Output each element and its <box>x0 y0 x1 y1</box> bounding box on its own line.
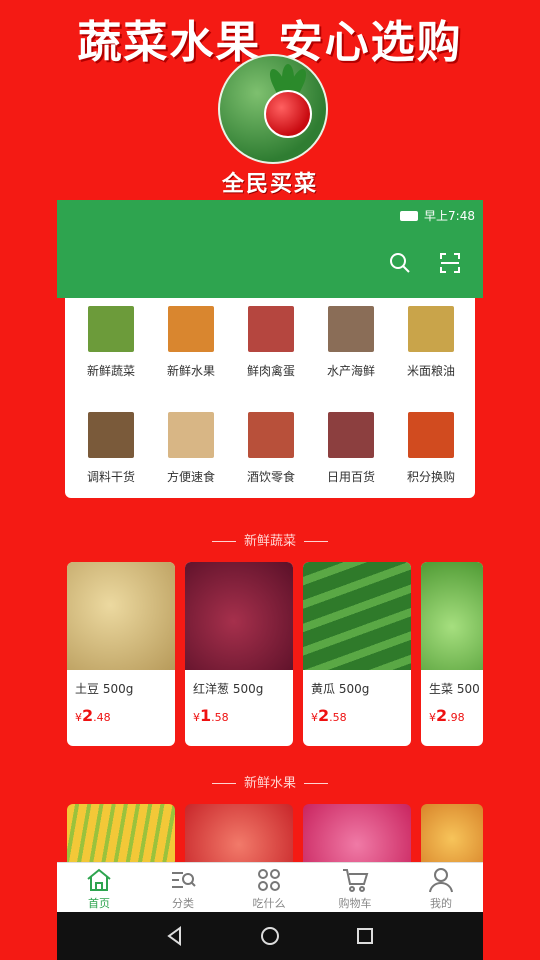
category-thumbnail <box>168 306 214 352</box>
status-time: 早上7:48 <box>424 209 475 223</box>
category-icon <box>169 867 197 893</box>
tab-home[interactable]: 首页 <box>69 867 129 911</box>
recents-icon[interactable] <box>353 924 377 948</box>
category-item[interactable]: 水产海鲜 <box>315 300 387 379</box>
tab-cart[interactable]: 购物车 <box>325 867 385 911</box>
category-item[interactable]: 酒饮零食 <box>235 406 307 485</box>
scan-icon[interactable] <box>435 248 465 278</box>
search-icon[interactable] <box>385 248 415 278</box>
category-thumbnail <box>248 306 294 352</box>
category-item[interactable]: 方便速食 <box>155 406 227 485</box>
product-image <box>185 804 293 862</box>
product-image <box>67 562 175 670</box>
tab-label: 购物车 <box>338 897 372 910</box>
category-item[interactable]: 新鲜蔬菜 <box>75 300 147 379</box>
category-label: 日用百货 <box>326 470 375 484</box>
product-image <box>421 804 483 862</box>
tab-what-to-eat[interactable]: 吃什么 <box>239 867 299 911</box>
category-label: 调料干货 <box>86 470 135 484</box>
product-image <box>421 562 483 670</box>
section-title-vegetables: 新鲜蔬菜 <box>57 530 483 549</box>
section-title-fruits: 新鲜水果 <box>57 772 483 791</box>
product-name: 黄瓜 500g <box>311 682 370 696</box>
category-thumbnail <box>88 306 134 352</box>
tab-label: 吃什么 <box>252 897 286 910</box>
category-thumbnail <box>328 412 374 458</box>
app-name: 全民买菜 <box>221 172 318 197</box>
product-card[interactable]: 红洋葱 500g ¥1.58 <box>185 562 293 746</box>
category-item[interactable]: 米面粮油 <box>395 300 467 379</box>
category-thumbnail <box>168 412 214 458</box>
category-label: 米面粮油 <box>406 364 455 378</box>
product-price: ¥2.58 <box>311 706 347 725</box>
category-item[interactable]: 积分换购 <box>395 406 467 485</box>
category-label: 积分换购 <box>406 470 455 484</box>
app-header <box>57 230 483 298</box>
tab-label: 我的 <box>430 897 452 910</box>
home-icon <box>85 867 113 893</box>
category-item[interactable]: 新鲜水果 <box>155 300 227 379</box>
category-thumbnail <box>88 412 134 458</box>
category-grid: 新鲜蔬菜 新鲜水果 鲜肉禽蛋 水产海鲜 米面粮油 调料干货 方便速食 酒饮零食 <box>65 298 475 498</box>
category-thumbnail <box>408 306 454 352</box>
battery-icon <box>400 210 419 221</box>
phone-screen: 早上7:48 新鲜蔬菜 新鲜水果 鲜肉禽蛋 水产海鲜 米面粮油 调料干货 方便速… <box>57 200 483 960</box>
status-bar: 早上7:48 <box>57 200 483 230</box>
product-name: 红洋葱 500g <box>193 682 264 696</box>
category-label: 水产海鲜 <box>326 364 375 378</box>
product-card[interactable] <box>421 804 483 862</box>
product-card[interactable] <box>303 804 411 862</box>
product-card[interactable]: 生菜 500 ¥2.98 <box>421 562 483 746</box>
category-item[interactable]: 日用百货 <box>315 406 387 485</box>
tab-label: 首页 <box>88 897 110 910</box>
app-logo <box>218 54 328 164</box>
product-image <box>303 804 411 862</box>
product-card[interactable]: 黄瓜 500g ¥2.58 <box>303 562 411 746</box>
cart-icon <box>341 867 369 893</box>
product-price: ¥1.58 <box>193 706 229 725</box>
category-label: 新鲜水果 <box>166 364 215 378</box>
category-item[interactable]: 调料干货 <box>75 406 147 485</box>
product-name: 生菜 500 <box>429 682 480 696</box>
product-price: ¥2.48 <box>75 706 111 725</box>
product-image <box>303 562 411 670</box>
tab-mine[interactable]: 我的 <box>411 867 471 911</box>
product-card[interactable]: 土豆 500g ¥2.48 <box>67 562 175 746</box>
category-thumbnail <box>248 412 294 458</box>
category-item[interactable]: 鲜肉禽蛋 <box>235 300 307 379</box>
product-name: 土豆 500g <box>75 682 134 696</box>
bottom-tab-bar: 首页 分类 吃什么 购物车 我的 <box>57 862 483 913</box>
category-label: 鲜肉禽蛋 <box>246 364 295 378</box>
category-label: 方便速食 <box>166 470 215 484</box>
category-label: 新鲜蔬菜 <box>86 364 135 378</box>
product-card[interactable] <box>67 804 175 862</box>
grid-icon <box>255 867 283 893</box>
category-thumbnail <box>328 306 374 352</box>
product-card[interactable] <box>185 804 293 862</box>
category-thumbnail <box>408 412 454 458</box>
product-image <box>67 804 175 862</box>
product-price: ¥2.98 <box>429 706 465 725</box>
home-nav-icon[interactable] <box>258 924 282 948</box>
back-icon[interactable] <box>163 924 187 948</box>
system-navigation-bar <box>57 912 483 960</box>
category-label: 酒饮零食 <box>246 470 295 484</box>
tab-category[interactable]: 分类 <box>153 867 213 911</box>
product-image <box>185 562 293 670</box>
user-icon <box>427 867 455 893</box>
tab-label: 分类 <box>172 897 194 910</box>
